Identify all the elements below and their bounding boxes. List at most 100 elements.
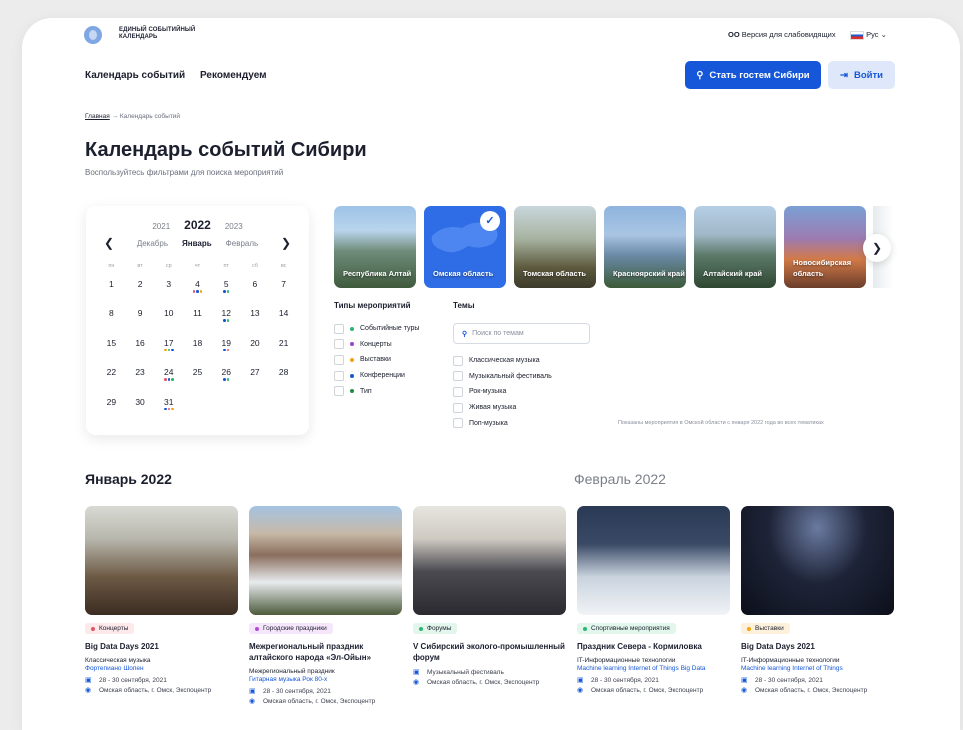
calendar-day[interactable]: 11 (183, 308, 212, 337)
calendar-day[interactable]: 4 (183, 279, 212, 308)
login-button[interactable]: ⇥ Войти (828, 61, 895, 89)
region-card[interactable]: Алтайский край (694, 206, 776, 288)
event-dot (164, 378, 167, 381)
calendar-day[interactable]: 30 (126, 397, 155, 426)
russia-flag-icon (850, 30, 864, 40)
type-filter[interactable]: Конференции (334, 368, 444, 384)
themes-list: Классическая музыка Музыкальный фестиваль… (453, 353, 593, 431)
theme-filter[interactable]: Поп-музыка (453, 415, 593, 431)
region-card[interactable]: Новосибирская область (784, 206, 866, 288)
calendar-day[interactable]: 14 (269, 308, 298, 337)
nav-calendar[interactable]: Календарь событий (85, 70, 185, 81)
region-card[interactable]: Красноярский край (604, 206, 686, 288)
calendar-icon: ▣ (249, 687, 256, 695)
event-dot (167, 407, 171, 411)
calendar-day[interactable]: 2 (126, 279, 155, 308)
event-card[interactable]: Выставки Big Data Days 2021 IT-Информаци… (741, 506, 894, 696)
type-filter[interactable]: Событийные туры (334, 321, 444, 337)
event-tag: Выставки (741, 623, 790, 634)
theme-filter[interactable]: Классическая музыка (453, 353, 593, 369)
event-dots (154, 378, 183, 381)
event-card[interactable]: Концерты Big Data Days 2021 Классическая… (85, 506, 238, 696)
weekday-label: вт (137, 263, 143, 269)
become-guest-label: Стать гостем Сибири (709, 69, 810, 81)
year-switcher: 2021 2022 2023 (86, 218, 309, 232)
calendar-day[interactable]: 21 (269, 338, 298, 367)
event-card[interactable]: Форумы V Сибирский эколого-промышленный … (413, 506, 566, 688)
year-next[interactable]: 2023 (225, 222, 243, 231)
calendar-day-number: 30 (135, 396, 145, 407)
checkbox[interactable] (453, 418, 463, 429)
app-frame: ЕДИНЫЙ СОБЫТИЙНЫЙ КАЛЕНДАРЬ OO Версия дл… (22, 18, 960, 730)
calendar-day[interactable]: 9 (126, 308, 155, 337)
event-card[interactable]: Спортивные мероприятия Праздник Севера -… (577, 506, 730, 696)
calendar-day-number: 19 (221, 337, 231, 348)
checkbox[interactable] (334, 386, 344, 397)
become-guest-button[interactable]: ⚲ Стать гостем Сибири (685, 61, 821, 89)
calendar-day[interactable]: 23 (126, 367, 155, 396)
event-dots (183, 290, 212, 293)
calendar-day-number: 7 (281, 279, 286, 289)
calendar-day[interactable]: 26 (212, 367, 241, 396)
checkbox[interactable] (334, 339, 344, 350)
calendar-day[interactable]: 5 (212, 279, 241, 308)
checkbox[interactable] (453, 386, 463, 397)
calendar-day[interactable]: 29 (97, 397, 126, 426)
calendar-day[interactable]: 25 (183, 367, 212, 396)
tag-label: Концерты (99, 625, 129, 632)
calendar-day[interactable]: 28 (269, 367, 298, 396)
calendar-day[interactable]: 6 (241, 279, 270, 308)
calendar-day[interactable]: 19 (212, 338, 241, 367)
calendar-day[interactable]: 8 (97, 308, 126, 337)
calendar-day[interactable]: 15 (97, 338, 126, 367)
theme-filter[interactable]: Живая музыка (453, 400, 593, 416)
type-filter[interactable]: Тип (334, 383, 444, 399)
type-filter[interactable]: Выставки (334, 352, 444, 368)
calendar-day[interactable]: 10 (154, 308, 183, 337)
event-card[interactable]: Городские праздники Межрегиональный праз… (249, 506, 402, 707)
type-filter[interactable]: Концерты (334, 337, 444, 353)
theme-filter[interactable]: Рок-музыка (453, 384, 593, 400)
weekday-label: ср (165, 263, 172, 269)
carousel-next-button[interactable]: ❯ (863, 234, 891, 262)
calendar-day[interactable]: 1 (97, 279, 126, 308)
calendar-day[interactable]: 12 (212, 308, 241, 337)
logo-icon[interactable] (84, 26, 102, 44)
accessibility-link[interactable]: OO Версия для слабовидящих (728, 30, 836, 39)
language-select[interactable]: Рус ⌄ (850, 30, 887, 40)
calendar-day[interactable]: 20 (241, 338, 270, 367)
calendar-day[interactable]: 3 (154, 279, 183, 308)
calendar-day[interactable]: 17 (154, 338, 183, 367)
calendar-day[interactable]: 27 (241, 367, 270, 396)
event-place-text: Омская область, г. Омск, Экспоцентр (591, 686, 704, 694)
calendar-icon: ▣ (413, 668, 420, 676)
calendar-day[interactable]: 7 (269, 279, 298, 308)
breadcrumb-home[interactable]: Главная (85, 113, 110, 120)
nav-recommend[interactable]: Рекомендуем (200, 70, 267, 81)
region-card[interactable]: Томская область (514, 206, 596, 288)
event-dot (223, 319, 226, 322)
checkbox[interactable] (453, 371, 463, 382)
calendar-day[interactable]: 13 (241, 308, 270, 337)
calendar-day[interactable]: 22 (97, 367, 126, 396)
checkbox[interactable] (334, 354, 344, 365)
checkbox[interactable] (453, 402, 463, 413)
region-card-selected[interactable]: ✓ Омская область (424, 206, 506, 288)
theme-filter[interactable]: Музыкальный фестиваль (453, 369, 593, 385)
calendar-day[interactable]: 31 (154, 397, 183, 426)
checkbox[interactable] (334, 323, 344, 334)
themes-search-input[interactable]: ⚲ Поиск по темам (453, 323, 590, 344)
logo-text[interactable]: ЕДИНЫЙ СОБЫТИЙНЫЙ КАЛЕНДАРЬ (119, 27, 199, 41)
event-date: ▣ 28 - 30 сентября, 2021 (577, 676, 730, 686)
year-prev[interactable]: 2021 (152, 222, 170, 231)
checkbox[interactable] (334, 370, 344, 381)
month-next[interactable]: Февраль (226, 239, 259, 248)
breadcrumb: Главная → Календарь событий (85, 113, 180, 120)
checkbox[interactable] (453, 355, 463, 366)
calendar-day[interactable]: 18 (183, 338, 212, 367)
event-subtitle: IT-Информационные технологии (577, 656, 676, 664)
region-card[interactable]: Республика Алтай (334, 206, 416, 288)
calendar-day[interactable]: 16 (126, 338, 155, 367)
month-prev[interactable]: Декабрь (137, 239, 168, 248)
calendar-day[interactable]: 24 (154, 367, 183, 396)
